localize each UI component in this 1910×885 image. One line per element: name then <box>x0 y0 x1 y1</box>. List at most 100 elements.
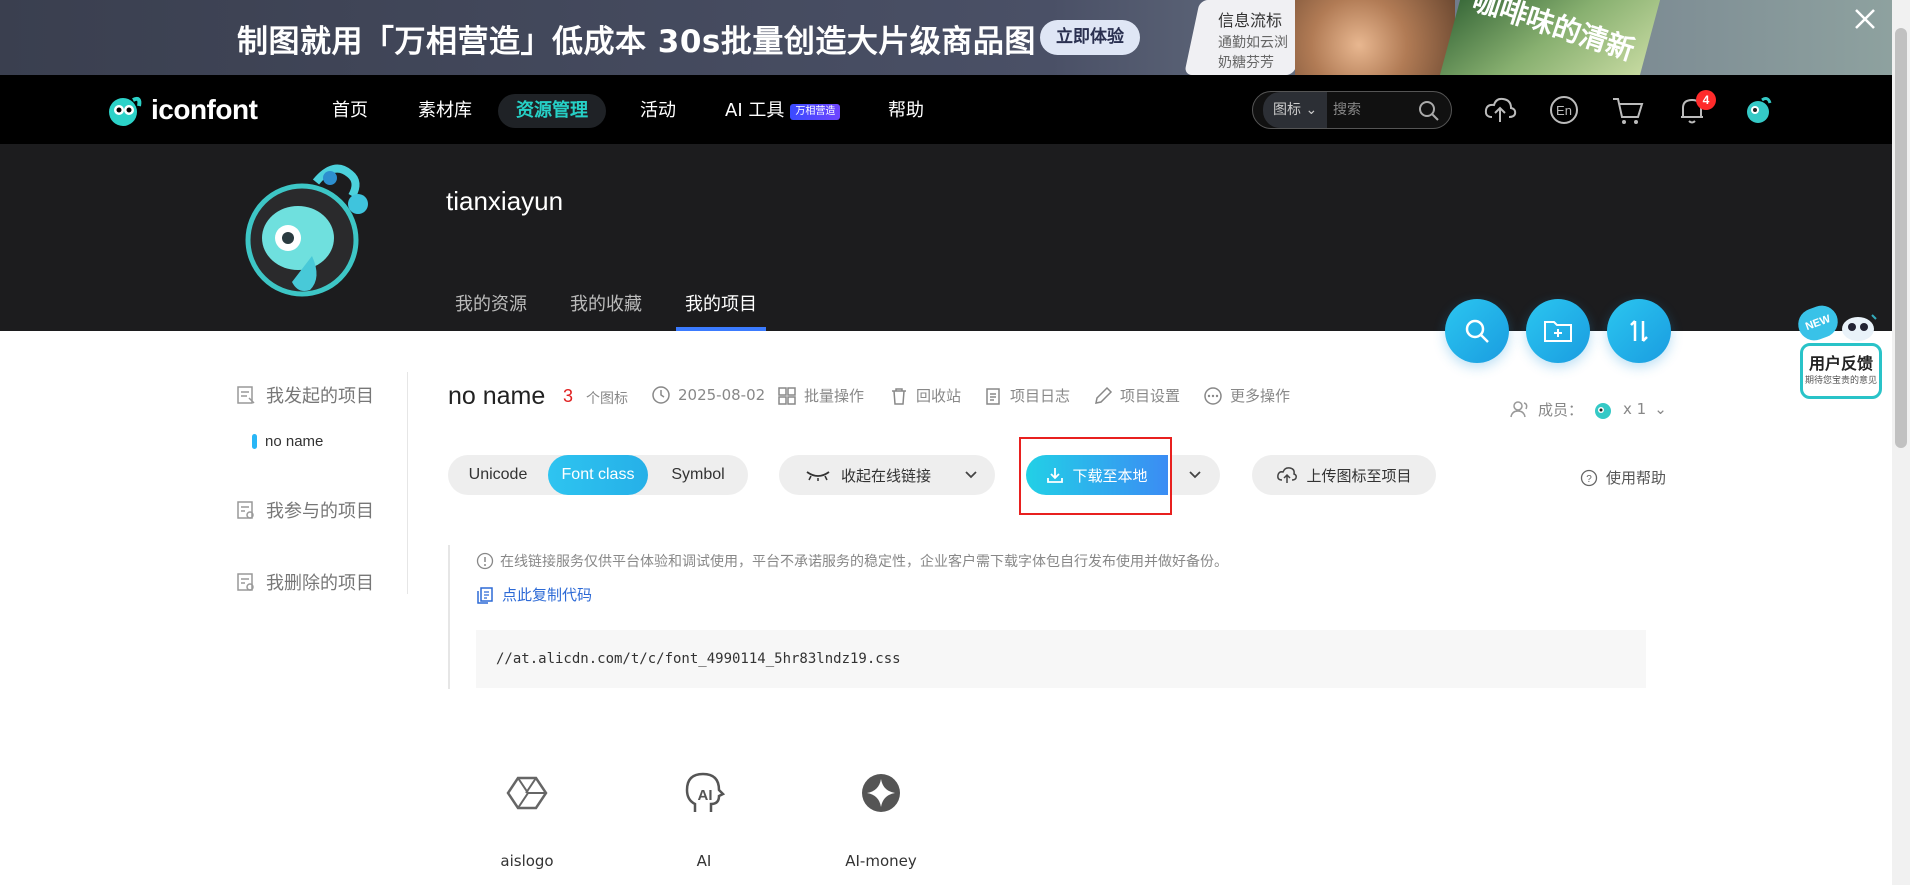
nav-activities[interactable]: 活动 <box>622 94 694 128</box>
profile-avatar <box>240 152 380 309</box>
svg-text:?: ? <box>1586 474 1592 485</box>
user-avatar-icon[interactable] <box>1740 92 1776 128</box>
project-deleted-icon <box>237 573 254 591</box>
icon-card[interactable]: AI-money <box>806 770 956 870</box>
recycle-bin-label: 回收站 <box>916 387 962 405</box>
download-options-button[interactable] <box>1170 455 1220 495</box>
username: tianxiayun <box>446 186 564 216</box>
aislogo-icon <box>506 776 548 810</box>
sidebar-divider <box>407 372 408 594</box>
fab-sort-button[interactable] <box>1607 299 1671 363</box>
svg-text:AI: AI <box>698 787 713 804</box>
chevron-down-icon: ⌄ <box>1654 400 1667 418</box>
project-joined-icon <box>237 501 254 519</box>
banner-headline[interactable]: 制图就用「万相营造」低成本 30s批量创造大片级商品图 <box>237 16 1036 61</box>
feedback-widget[interactable]: NEW 用户反馈 期待您宝贵的意见 <box>1793 301 1884 399</box>
project-log-label: 项目日志 <box>1010 387 1071 405</box>
icon-card[interactable]: aislogo <box>452 770 602 870</box>
segment-symbol[interactable]: Symbol <box>648 455 748 495</box>
more-actions-button[interactable]: 更多操作 <box>1203 385 1290 406</box>
clipboard-icon <box>986 387 1000 405</box>
sidebar-started-projects[interactable]: 我发起的项目 <box>236 382 374 408</box>
banner-photo <box>1295 0 1455 75</box>
collapse-label: 收起在线链接 <box>841 466 932 485</box>
top-nav <box>0 75 1892 144</box>
sidebar-started-label: 我发起的项目 <box>266 386 374 407</box>
highlight-box <box>1019 437 1172 515</box>
sidebar-deleted-label: 我删除的项目 <box>266 573 374 594</box>
upload-label: 上传图标至项目 <box>1306 466 1412 485</box>
tab-my-favorites[interactable]: 我的收藏 <box>570 290 642 316</box>
more-actions-label: 更多操作 <box>1230 387 1291 405</box>
more-icon <box>1204 386 1222 405</box>
fab-search-button[interactable] <box>1445 299 1509 363</box>
nav-help[interactable]: 帮助 <box>870 94 942 128</box>
clock-icon <box>652 386 670 404</box>
banner-close-icon[interactable] <box>1852 6 1878 32</box>
css-link-url[interactable]: //at.alicdn.com/t/c/font_4990114_5hr83ln… <box>496 651 901 667</box>
banner-card-line1: 通勤如云浏 <box>1218 35 1288 51</box>
sidebar-joined-projects[interactable]: 我参与的项目 <box>236 497 374 523</box>
active-tab-underline <box>676 327 766 331</box>
nav-ai-tools[interactable]: AI 工具 万相营造 <box>707 94 858 128</box>
project-settings-button[interactable]: 项目设置 <box>1093 385 1180 406</box>
chevron-down-icon <box>1189 471 1201 479</box>
project-settings-label: 项目设置 <box>1120 387 1181 405</box>
upload-cloud-icon <box>1277 467 1298 483</box>
feedback-title: 用户反馈 <box>1808 354 1873 373</box>
nav-library[interactable]: 素材库 <box>400 94 490 128</box>
pencil-icon <box>1095 386 1113 404</box>
language-en-icon[interactable]: En <box>1546 92 1582 128</box>
svg-text:En: En <box>1556 103 1572 118</box>
batch-operation-button[interactable]: 批量操作 <box>777 385 864 406</box>
cart-icon[interactable] <box>1610 92 1646 128</box>
ai-tools-badge: 万相营造 <box>790 104 841 120</box>
notice-border <box>448 545 450 689</box>
selected-indicator <box>252 434 257 449</box>
info-circle-icon <box>476 552 494 570</box>
iconfont-logo[interactable]: iconfont <box>105 92 258 128</box>
trash-icon <box>892 387 906 405</box>
segment-font-class[interactable]: Font class <box>548 455 648 495</box>
search-type-dropdown[interactable]: 图标 ⌄ <box>1263 92 1328 128</box>
fab-new-folder-button[interactable] <box>1526 299 1590 363</box>
tab-my-projects[interactable]: 我的项目 <box>685 290 757 316</box>
banner-card-line2: 奶糖芬芳 <box>1218 55 1274 71</box>
chevron-down-icon <box>965 471 977 479</box>
project-log-button[interactable]: 项目日志 <box>983 385 1070 406</box>
icon-card[interactable]: AI AI <box>629 770 779 870</box>
copy-code-link[interactable]: 点此复制代码 <box>476 584 592 605</box>
tab-my-resources[interactable]: 我的资源 <box>455 290 527 316</box>
online-link-notice: 在线链接服务仅供平台体验和调试使用，平台不承诺服务的稳定性，企业客户需下载字体包… <box>476 551 1228 571</box>
nav-home[interactable]: 首页 <box>314 94 386 128</box>
chevron-down-icon: ⌄ <box>1305 102 1318 118</box>
search-icon[interactable] <box>1418 100 1440 127</box>
scrollbar-thumb[interactable] <box>1895 28 1907 448</box>
logo-text: iconfont <box>151 94 258 125</box>
upload-cloud-icon[interactable] <box>1482 92 1518 128</box>
batch-operation-label: 批量操作 <box>804 387 865 405</box>
recycle-bin-button[interactable]: 回收站 <box>889 385 961 406</box>
members-label: 成员： <box>1538 400 1584 419</box>
search-input[interactable] <box>1333 92 1413 128</box>
upload-icons-button[interactable]: 上传图标至项目 <box>1252 455 1436 495</box>
banner-card-title: 信息流标 <box>1218 11 1283 30</box>
icon-name: aislogo <box>500 852 554 870</box>
nav-resource-management[interactable]: 资源管理 <box>498 94 606 128</box>
sidebar-deleted-projects[interactable]: 我删除的项目 <box>236 569 374 595</box>
collapse-online-link-button[interactable]: 收起在线链接 <box>779 455 995 495</box>
feedback-subtitle: 期待您宝贵的意见 <box>1804 376 1877 386</box>
member-avatar-icon <box>1595 403 1612 419</box>
usage-help-link[interactable]: ? 使用帮助 <box>1580 467 1666 488</box>
format-segmented-control: Unicode Font class Symbol <box>448 455 748 495</box>
sidebar-item-no-name[interactable]: no name <box>252 433 323 450</box>
icon-count-unit: 个图标 <box>586 391 628 407</box>
chameleon-logo-icon <box>109 96 142 126</box>
eye-closed-icon <box>806 471 830 481</box>
segment-unicode[interactable]: Unicode <box>448 455 548 495</box>
project-date: 2025-08-02 <box>651 385 765 405</box>
banner-cta-button[interactable]: 立即体验 <box>1040 20 1140 55</box>
sidebar-joined-label: 我参与的项目 <box>266 501 374 522</box>
notice-text: 在线链接服务仅供平台体验和调试使用，平台不承诺服务的稳定性，企业客户需下载字体包… <box>500 554 1228 570</box>
members-dropdown[interactable]: 成员： x 1 ⌄ <box>1510 397 1667 421</box>
